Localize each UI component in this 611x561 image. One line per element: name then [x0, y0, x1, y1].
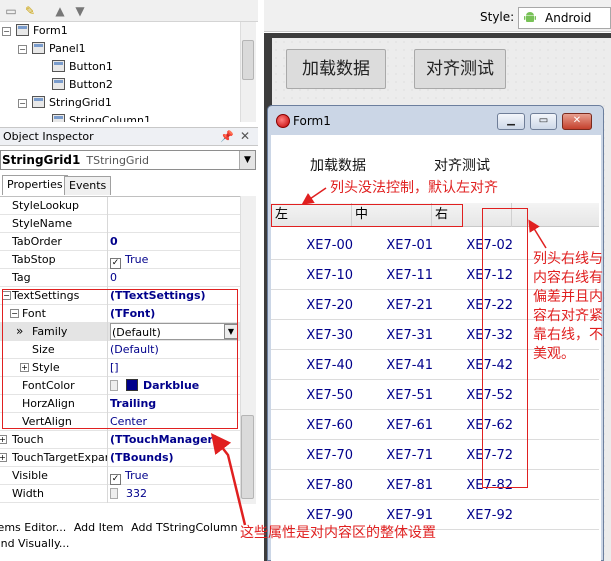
- arrow-to-properties: [210, 433, 247, 526]
- arrow-to-column: [528, 219, 547, 249]
- arrow-to-header: [301, 187, 327, 205]
- annotation-arrows: [210, 187, 547, 526]
